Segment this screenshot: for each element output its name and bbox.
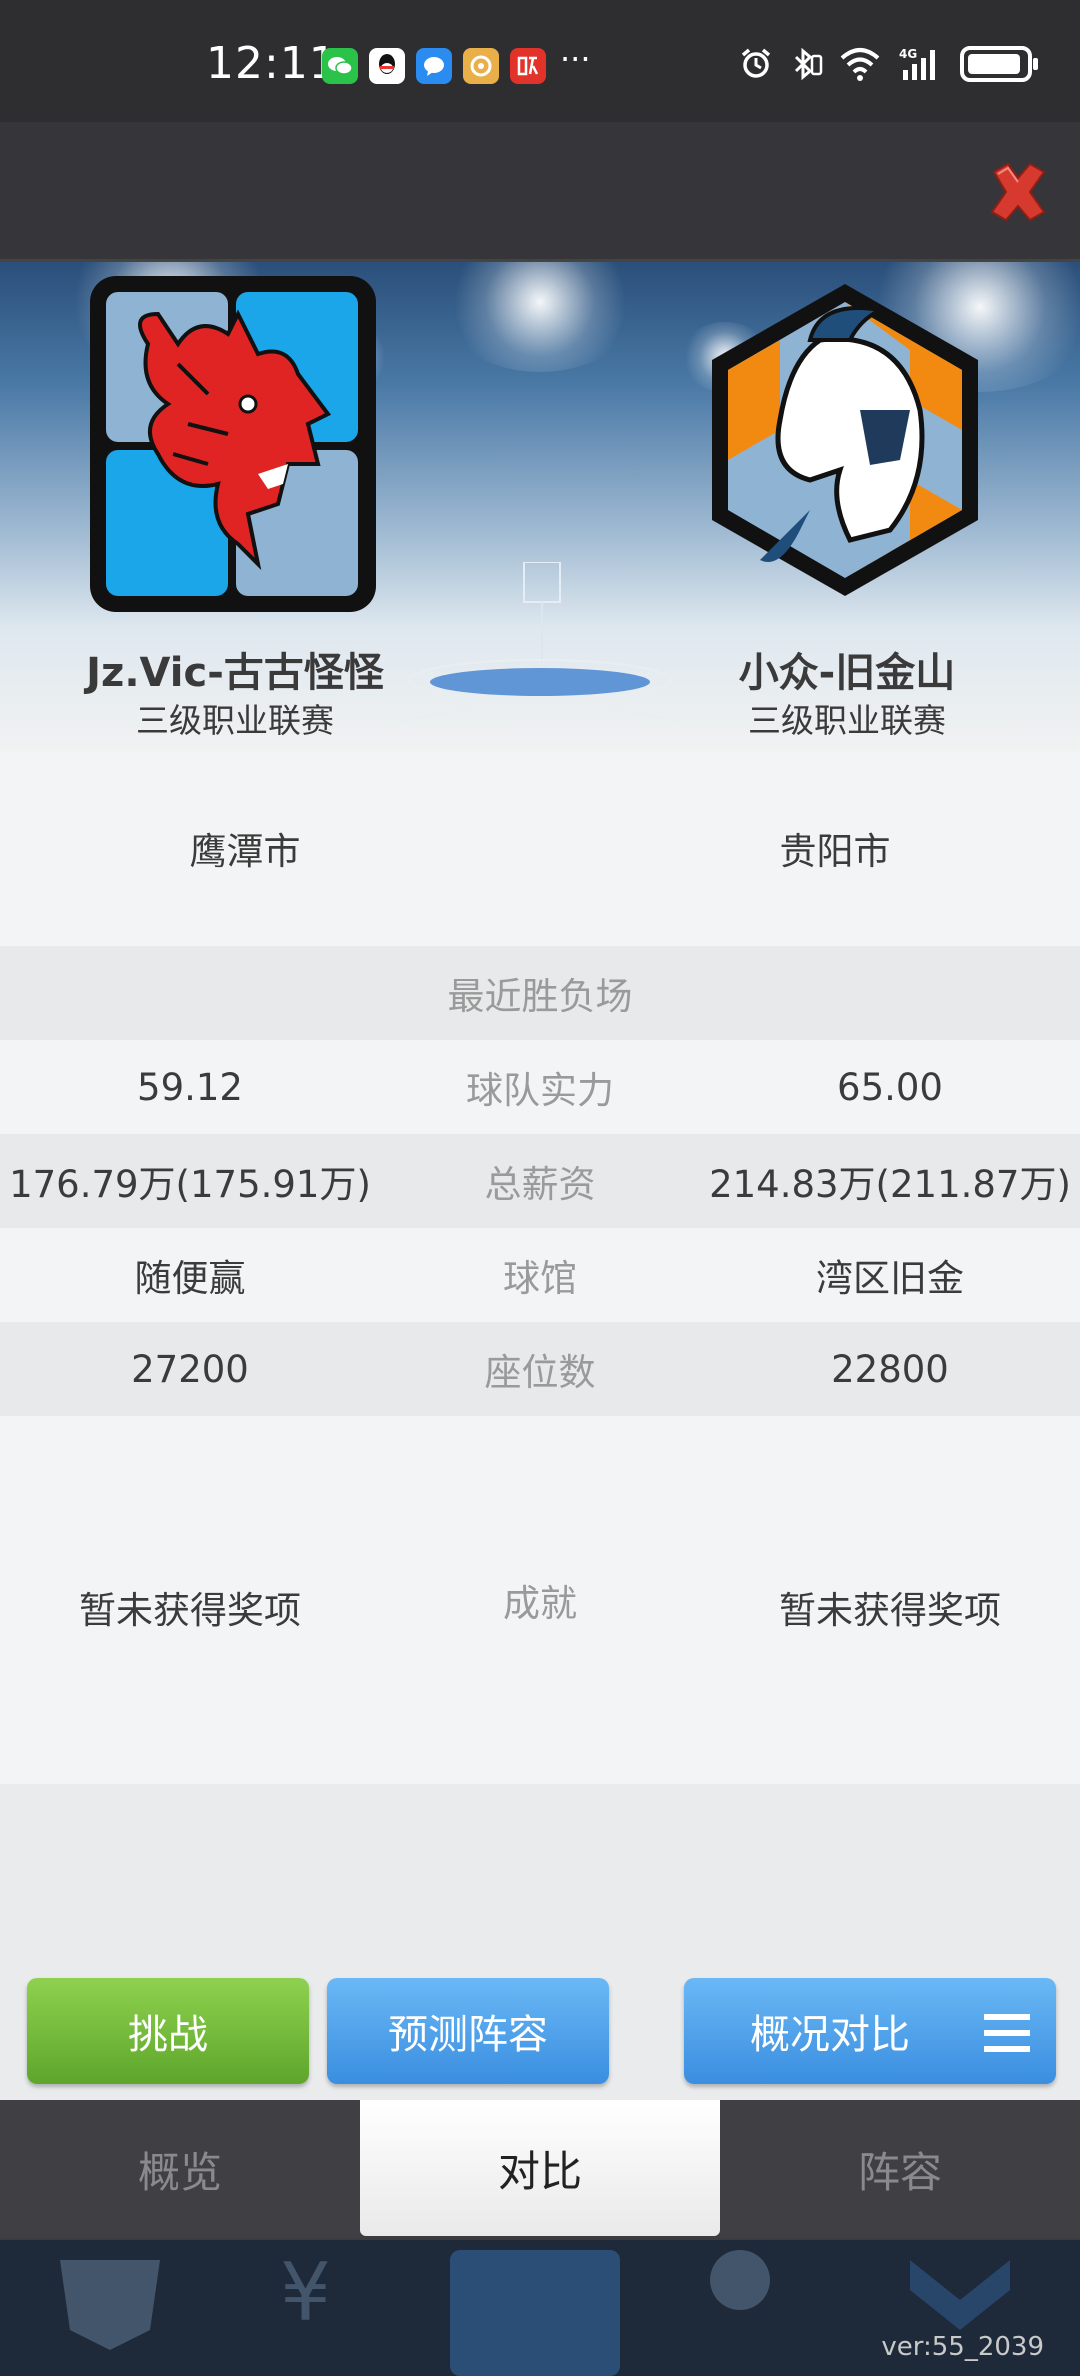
alarm-icon [741,48,771,78]
menu-icon [984,2014,1030,2052]
home-seats: 27200 [131,1347,249,1391]
bluetooth-icon [794,47,823,81]
strength-label: 球队实力 [466,1069,614,1112]
home-city: 鹰潭市 [189,830,301,873]
home-achievement: 暂未获得奖项 [79,1589,301,1632]
away-city: 贵阳市 [779,830,891,873]
nav-finance-icon[interactable]: ¥ [240,2240,400,2376]
salary-label: 总薪资 [484,1163,596,1206]
spartan-helmet-logo-icon [700,280,990,600]
home-salary: 176.79万(175.91万) [9,1163,371,1206]
nav-social-icon[interactable] [660,2240,820,2376]
away-arena: 湾区旧金 [816,1257,964,1300]
tab-overview[interactable]: 概览 [0,2100,360,2238]
wechat-icon [322,48,358,84]
svg-text:4G: 4G [899,47,917,61]
system-status-icons: 4G [738,46,1038,82]
status-bar: 12:11 ··· 4G [0,0,1080,122]
more-notifications: ··· [560,40,591,78]
tab-lineup[interactable]: 阵容 [720,2100,1080,2238]
wifi-icon [840,48,880,81]
tab-compare[interactable]: 对比 [360,2100,720,2236]
status-time: 12:11 [206,38,338,89]
achievement-label: 成就 [503,1582,577,1625]
notification-icons [322,48,546,84]
arena-label: 球馆 [503,1257,577,1300]
home-arena: 随便赢 [134,1257,246,1300]
table-row: 59.12 球队实力 65.00 [0,1040,1080,1134]
overview-compare-button[interactable]: 概况对比 [684,1978,1056,2084]
team-banner: Jz.Vic-古古怪怪 三级职业联赛 小众-旧金山 三级职业联赛 [0,262,1080,752]
music-icon [463,48,499,84]
bottom-navigation: ¥ ver:55_2039 [0,2240,1080,2376]
away-team-league: 三级职业联赛 [748,701,946,740]
away-strength: 65.00 [837,1065,943,1109]
predict-lineup-button[interactable]: 预测阵容 [327,1978,609,2084]
achievement-row: 暂未获得奖项 成就 暂未获得奖项 [0,1416,1080,1784]
svg-text:¥: ¥ [280,2246,331,2339]
table-row: 随便赢 球馆 湾区旧金 [0,1228,1080,1322]
city-row: 鹰潭市 贵阳市 [0,752,1080,944]
away-team-name: 小众-旧金山 [738,650,956,696]
home-strength: 59.12 [137,1065,243,1109]
recent-record-label: 最近胜负场 [447,975,633,1018]
battery-icon [960,46,1038,82]
table-row: 176.79万(175.91万) 总薪资 214.83万(211.87万) [0,1134,1080,1228]
home-team-name: Jz.Vic-古古怪怪 [86,650,384,696]
home-team-league: 三级职业联赛 [136,701,334,740]
recent-record-row: 最近胜负场 [0,946,1080,1040]
message-icon [416,48,452,84]
signal-4g-icon: 4G [899,47,935,80]
nav-team-icon[interactable] [30,2240,190,2376]
away-seats: 22800 [831,1347,949,1391]
away-achievement: 暂未获得奖项 [779,1589,1001,1632]
overview-compare-label: 概况对比 [750,2012,910,2058]
nav-match-icon[interactable] [440,2240,630,2376]
dragon-logo-icon [88,274,378,614]
qq-icon [369,48,405,84]
version-label: ver:55_2039 [881,2332,1044,2362]
dialog-header [0,122,1080,262]
seats-label: 座位数 [484,1351,596,1394]
away-salary: 214.83万(211.87万) [709,1163,1071,1206]
tab-bar: 概览 对比 阵容 [0,2100,1080,2240]
challenge-button[interactable]: 挑战 [27,1978,309,2084]
listen-icon [510,48,546,84]
comparison-table: 鹰潭市 贵阳市 最近胜负场 59.12 球队实力 65.00 176.79万(1… [0,752,1080,2102]
close-icon[interactable] [984,158,1052,226]
table-row: 27200 座位数 22800 [0,1322,1080,1416]
